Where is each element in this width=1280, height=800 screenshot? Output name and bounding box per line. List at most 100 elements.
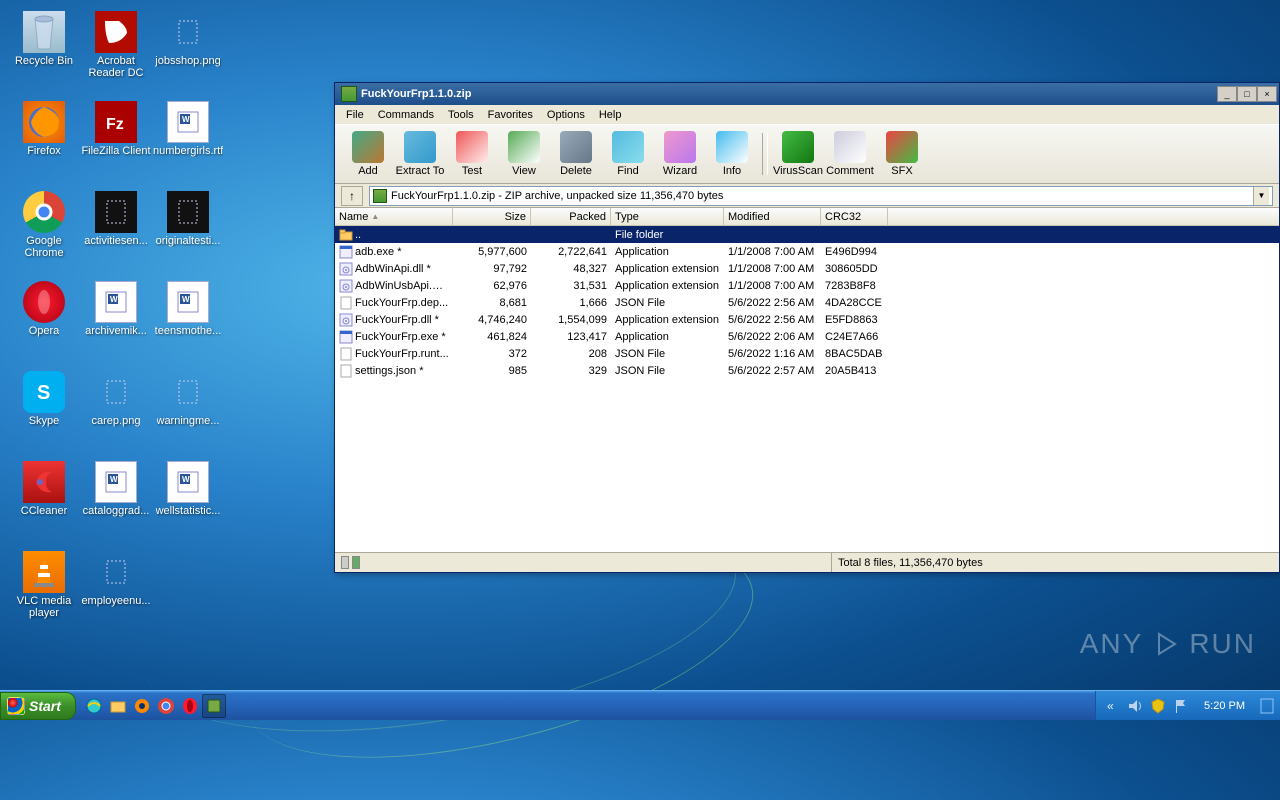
dropdown-button[interactable]: ▼ — [1253, 187, 1269, 205]
desktop-icon[interactable]: Wcataloggrad... — [80, 458, 152, 548]
cell: AdbWinUsbApi.dll * — [335, 279, 453, 293]
desktop-icon[interactable]: Recycle Bin — [8, 8, 80, 98]
tool-extract-to[interactable]: Extract To — [394, 126, 446, 182]
column-crc32[interactable]: CRC32 — [821, 208, 888, 225]
column-modified[interactable]: Modified — [724, 208, 821, 225]
shield-icon[interactable] — [1150, 698, 1166, 714]
tool-delete[interactable]: Delete — [550, 126, 602, 182]
clock[interactable]: 5:20 PM — [1196, 700, 1253, 712]
file-row[interactable]: settings.json *985329JSON File5/6/2022 2… — [335, 362, 1279, 379]
menu-commands[interactable]: Commands — [371, 107, 441, 123]
desktop-icon[interactable]: Warchivemik... — [80, 278, 152, 368]
status-icon — [341, 556, 349, 569]
tool-wizard[interactable]: Wizard — [654, 126, 706, 182]
winrar-icon — [341, 86, 357, 102]
address-bar[interactable]: FuckYourFrp1.1.0.zip - ZIP archive, unpa… — [369, 186, 1273, 206]
icon-label: Recycle Bin — [15, 55, 73, 67]
svg-text:«: « — [1107, 699, 1114, 713]
explorer-icon[interactable] — [106, 694, 130, 718]
bin-icon — [23, 11, 65, 53]
desktop-icon[interactable]: Opera — [8, 278, 80, 368]
menu-favorites[interactable]: Favorites — [481, 107, 540, 123]
cell: 4DA28CCE — [821, 297, 888, 309]
tool-view[interactable]: View — [498, 126, 550, 182]
column-name[interactable]: Name▲ — [335, 208, 453, 225]
up-button[interactable]: ↑ — [341, 186, 363, 206]
tool-virusscan[interactable]: VirusScan — [772, 126, 824, 182]
menu-file[interactable]: File — [339, 107, 371, 123]
file-row[interactable]: AdbWinUsbApi.dll *62,97631,531Applicatio… — [335, 277, 1279, 294]
tool-label: Wizard — [663, 165, 697, 177]
desktop-icon[interactable]: originaltesti... — [152, 188, 224, 278]
file-row[interactable]: adb.exe *5,977,6002,722,641Application1/… — [335, 243, 1279, 260]
desktop-icon[interactable]: activitiesen... — [80, 188, 152, 278]
delete-icon — [560, 131, 592, 163]
close-button[interactable]: × — [1257, 86, 1277, 102]
file-row[interactable]: FuckYourFrp.dll *4,746,2401,554,099Appli… — [335, 311, 1279, 328]
desktop-icon[interactable]: Firefox — [8, 98, 80, 188]
media-player-icon[interactable] — [130, 694, 154, 718]
file-row[interactable]: FuckYourFrp.exe *461,824123,417Applicati… — [335, 328, 1279, 345]
desktop-icon[interactable]: FzFileZilla Client — [80, 98, 152, 188]
cell: .. — [335, 228, 453, 242]
tool-sfx[interactable]: SFX — [876, 126, 928, 182]
quick-launch — [82, 691, 226, 720]
ie-icon[interactable] — [82, 694, 106, 718]
file-row[interactable]: .. File folder — [335, 226, 1279, 243]
menu-help[interactable]: Help — [592, 107, 629, 123]
chrome-icon[interactable] — [154, 694, 178, 718]
desktop-icon[interactable]: Acrobat Reader DC — [80, 8, 152, 98]
virusscan-icon — [782, 131, 814, 163]
file-list: Name▲SizePackedTypeModifiedCRC32 .. File … — [335, 208, 1279, 552]
cell: AdbWinApi.dll * — [335, 262, 453, 276]
menu-options[interactable]: Options — [540, 107, 592, 123]
file-icon — [95, 371, 137, 413]
desktop-icon[interactable]: Google Chrome — [8, 188, 80, 278]
menu-tools[interactable]: Tools — [441, 107, 481, 123]
tool-find[interactable]: Find — [602, 126, 654, 182]
opera-icon[interactable] — [178, 694, 202, 718]
tool-label: SFX — [891, 165, 912, 177]
file-row[interactable]: AdbWinApi.dll *97,79248,327Application e… — [335, 260, 1279, 277]
cell: Application extension — [611, 314, 724, 326]
desktop-icon[interactable]: carep.png — [80, 368, 152, 458]
desktop-icon[interactable]: CCleaner — [8, 458, 80, 548]
desktop-icon[interactable]: employeenu... — [80, 548, 152, 638]
tool-add[interactable]: Add — [342, 126, 394, 182]
desktop-icon[interactable]: VLC media player — [8, 548, 80, 638]
tool-comment[interactable]: Comment — [824, 126, 876, 182]
file-icon — [339, 296, 353, 310]
column-headers: Name▲SizePackedTypeModifiedCRC32 — [335, 208, 1279, 226]
cell: 985 — [453, 365, 531, 377]
cell: adb.exe * — [335, 245, 453, 259]
minimize-button[interactable]: _ — [1217, 86, 1237, 102]
column-packed[interactable]: Packed — [531, 208, 611, 225]
flag-icon[interactable] — [1173, 698, 1189, 714]
file-row[interactable]: FuckYourFrp.dep...8,6811,666JSON File5/6… — [335, 294, 1279, 311]
tool-info[interactable]: Info — [706, 126, 758, 182]
view-icon — [508, 131, 540, 163]
file-row[interactable]: FuckYourFrp.runt...372208JSON File5/6/20… — [335, 345, 1279, 362]
test-icon — [456, 131, 488, 163]
desktop-icon[interactable]: Wnumbergirls.rtf — [152, 98, 224, 188]
info-icon — [716, 131, 748, 163]
cell: 5/6/2022 2:57 AM — [724, 365, 821, 377]
titlebar[interactable]: FuckYourFrp1.1.0.zip _ □ × — [335, 83, 1279, 105]
volume-icon[interactable] — [1127, 698, 1143, 714]
show-desktop-icon[interactable] — [1260, 698, 1276, 714]
column-size[interactable]: Size — [453, 208, 531, 225]
desktop-icon[interactable]: SSkype — [8, 368, 80, 458]
file-icon — [339, 364, 353, 378]
desktop-icon[interactable]: warningme... — [152, 368, 224, 458]
maximize-button[interactable]: □ — [1237, 86, 1257, 102]
cell: File folder — [611, 229, 724, 241]
tool-test[interactable]: Test — [446, 126, 498, 182]
desktop-icon[interactable]: Wwellstatistic... — [152, 458, 224, 548]
column-type[interactable]: Type — [611, 208, 724, 225]
desktop-icon[interactable]: Wteensmothe... — [152, 278, 224, 368]
skype-icon: S — [23, 371, 65, 413]
desktop-icon[interactable]: jobsshop.png — [152, 8, 224, 98]
start-button[interactable]: Start — [0, 692, 76, 720]
winrar-task-icon[interactable] — [202, 694, 226, 718]
tray-expand-icon[interactable]: « — [1104, 698, 1120, 714]
